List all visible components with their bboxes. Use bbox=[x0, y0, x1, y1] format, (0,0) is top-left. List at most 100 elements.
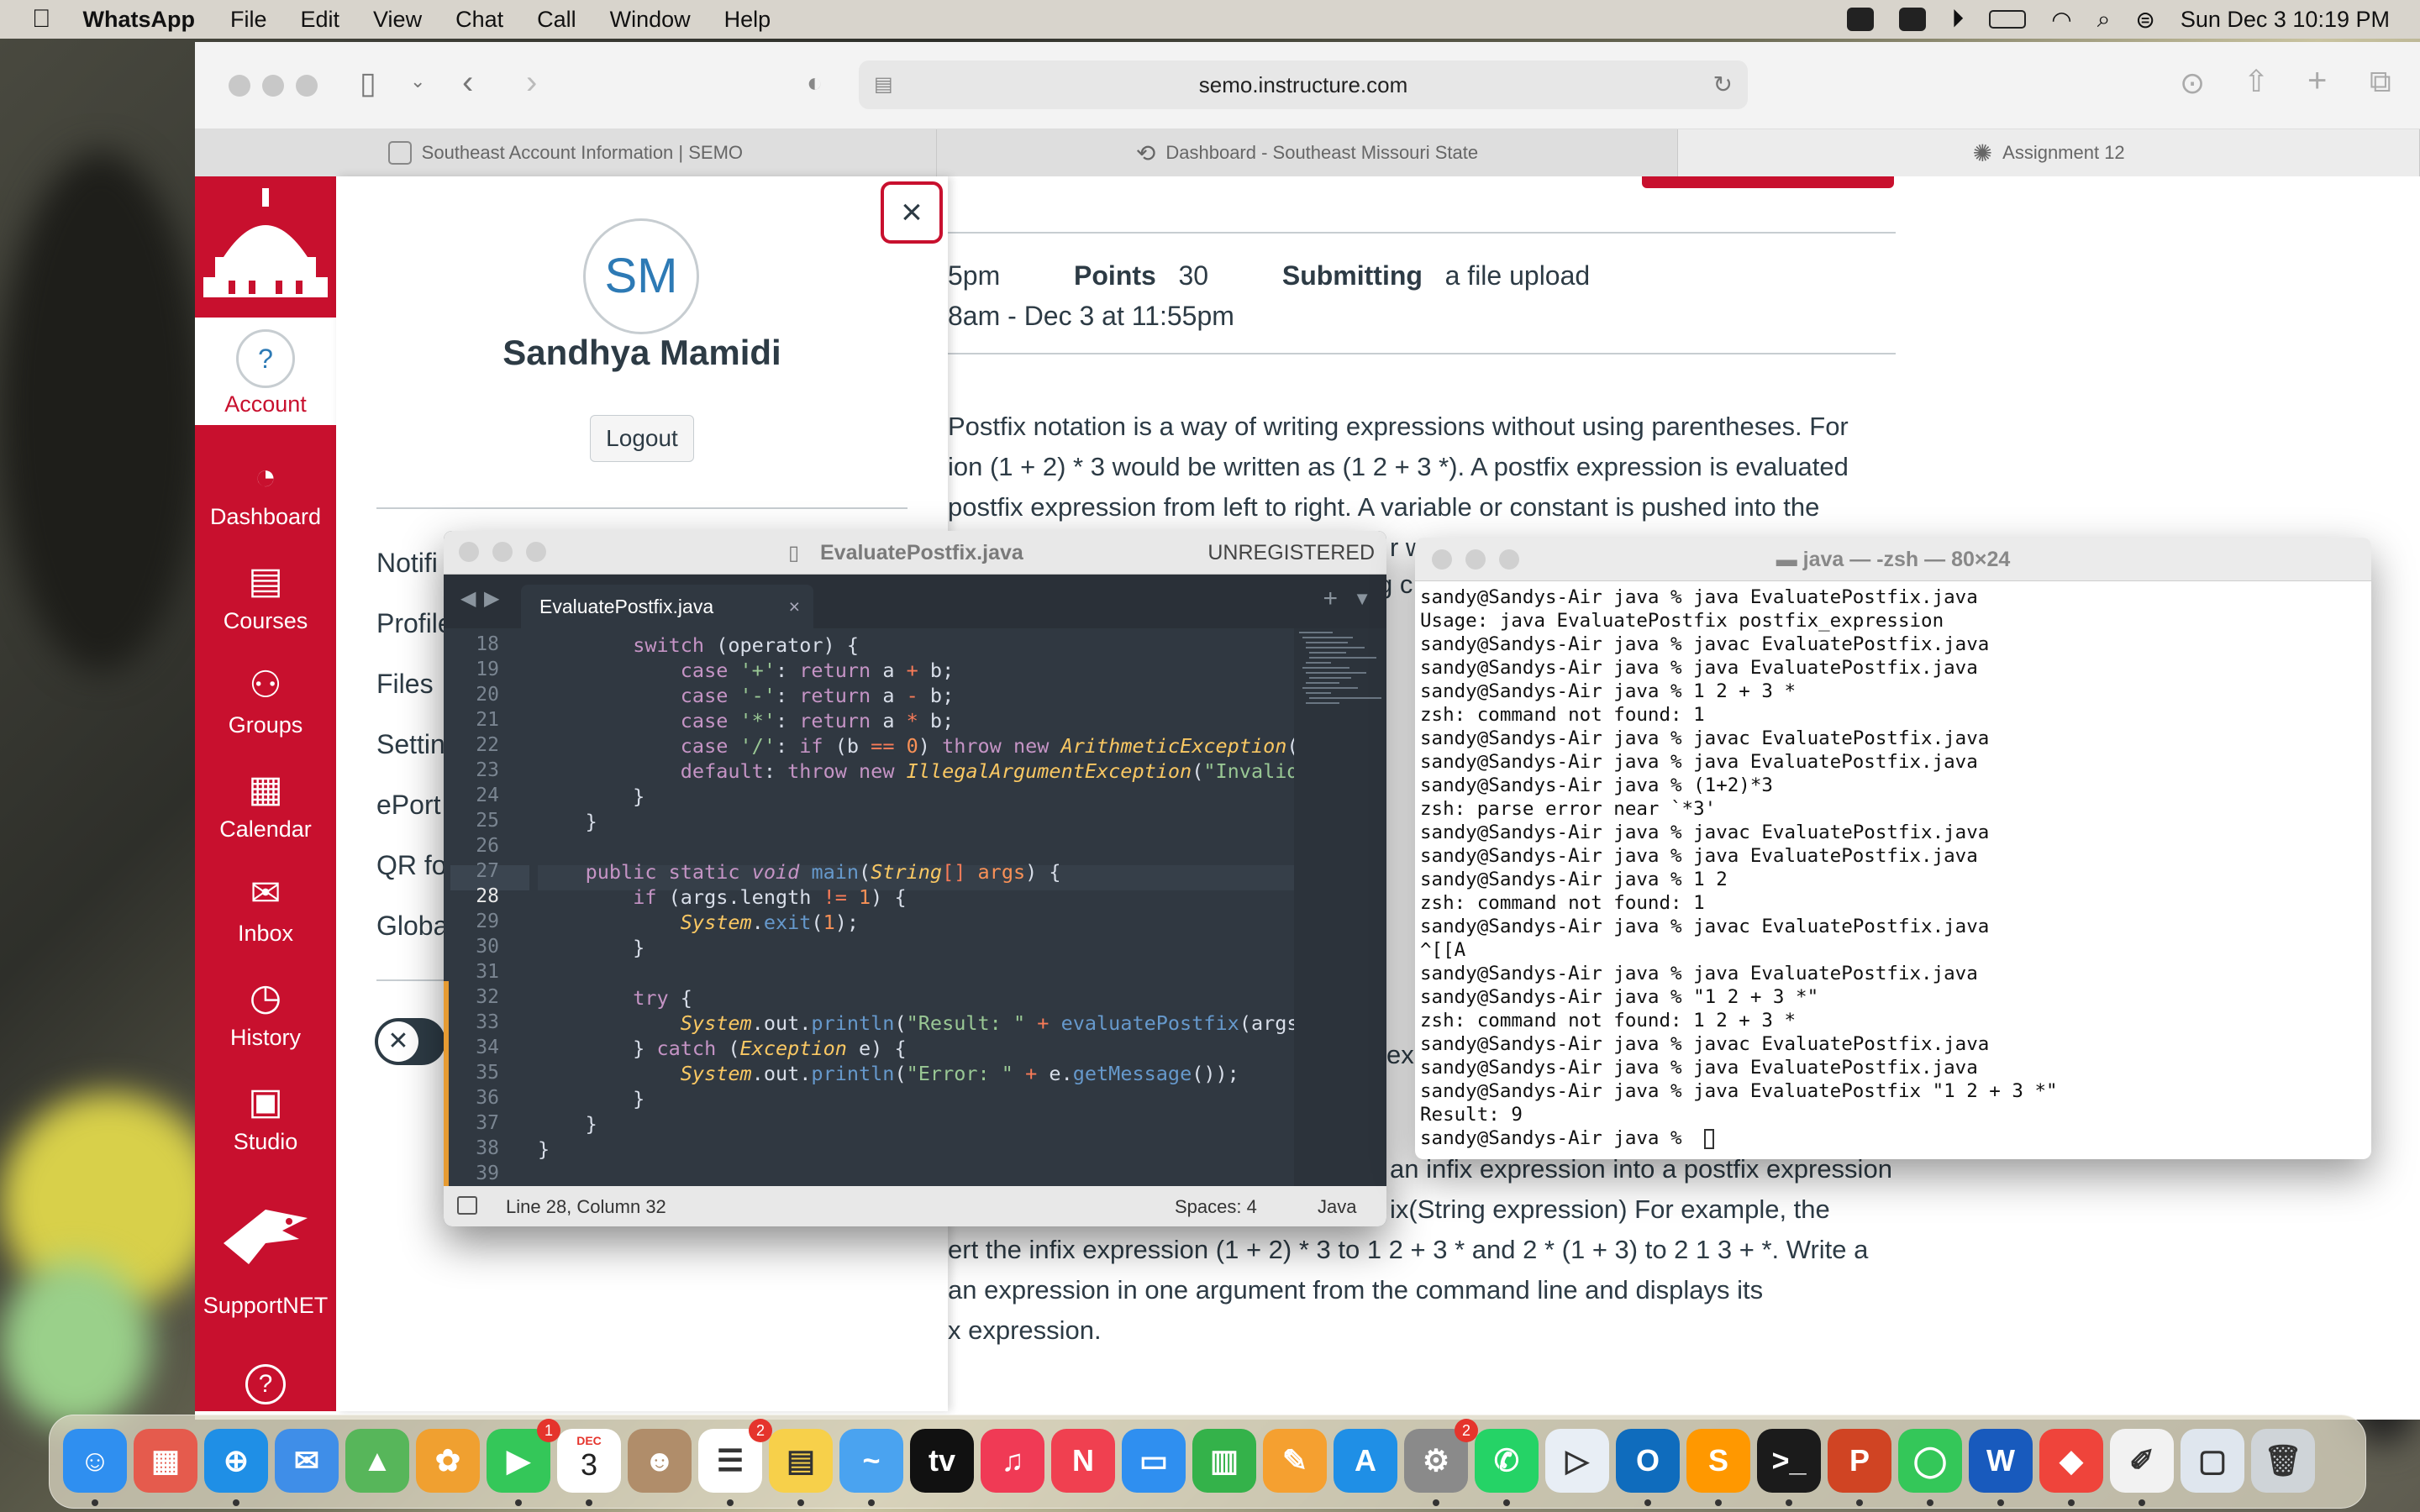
tab-account-info[interactable]: Southeast Account Information | SEMO bbox=[195, 129, 937, 176]
link-profile[interactable]: Profile bbox=[376, 608, 453, 639]
dock-launchpad-icon[interactable]: ▦ bbox=[134, 1429, 197, 1493]
syntax-setting[interactable]: Java bbox=[1318, 1196, 1356, 1218]
dock-python-folder-icon[interactable]: ▢ bbox=[2181, 1429, 2244, 1493]
dock-keynote-icon[interactable]: ▭ bbox=[1122, 1429, 1186, 1493]
menu-window[interactable]: Window bbox=[610, 7, 691, 33]
zoom-window-button[interactable] bbox=[526, 542, 546, 562]
forward-icon[interactable]: › bbox=[526, 64, 537, 102]
zoom-window-button[interactable] bbox=[1499, 549, 1519, 570]
link-files[interactable]: Files bbox=[376, 669, 434, 700]
minimap[interactable] bbox=[1294, 628, 1386, 1186]
terminal-output[interactable]: sandy@Sandys-Air java % java EvaluatePos… bbox=[1420, 586, 2353, 1154]
new-tab-icon[interactable]: + bbox=[1323, 585, 1338, 613]
dock-powerpoint-icon[interactable]: P bbox=[1828, 1429, 1891, 1493]
dock-terminal-icon[interactable]: >_ bbox=[1757, 1429, 1821, 1493]
minimize-window-button[interactable] bbox=[1465, 549, 1486, 570]
outlook-status-icon[interactable] bbox=[1847, 8, 1875, 31]
nav-dashboard[interactable]: ◔ Dashboard bbox=[195, 454, 336, 530]
tab-overview-icon[interactable]: ⧉ bbox=[2370, 64, 2391, 100]
minimize-window-button[interactable] bbox=[492, 542, 513, 562]
menu-clock[interactable]: Sun Dec 3 10:19 PM bbox=[2181, 7, 2390, 33]
panel-toggle-icon[interactable] bbox=[457, 1196, 477, 1215]
dock-finder-icon[interactable]: ☺ bbox=[63, 1429, 127, 1493]
dock-freeform-icon[interactable]: ~ bbox=[839, 1429, 903, 1493]
dock-sublime-text-icon[interactable]: S bbox=[1686, 1429, 1750, 1493]
menu-app-name[interactable]: WhatsApp bbox=[83, 7, 195, 33]
nav-help[interactable]: ? bbox=[195, 1364, 336, 1404]
dock-whatsapp-icon[interactable]: ✆ bbox=[1475, 1429, 1539, 1493]
dock-safari-icon[interactable]: ⊕ bbox=[204, 1429, 268, 1493]
close-tray-button[interactable]: × bbox=[881, 181, 943, 244]
wifi-icon[interactable]: ◠ bbox=[2051, 6, 2071, 34]
chevron-down-icon[interactable]: ⌄ bbox=[410, 71, 425, 92]
link-eportfolios[interactable]: ePort bbox=[376, 790, 440, 821]
close-window-button[interactable] bbox=[229, 75, 250, 97]
high-contrast-toggle[interactable]: ✕ bbox=[375, 1018, 445, 1065]
link-qr-login[interactable]: QR fo bbox=[376, 850, 447, 881]
menu-view[interactable]: View bbox=[373, 7, 422, 33]
dock-app-store-icon[interactable]: A bbox=[1334, 1429, 1397, 1493]
dock-anydesk-icon[interactable]: ◆ bbox=[2039, 1429, 2103, 1493]
dock-apple-tv-icon[interactable]: tv bbox=[910, 1429, 974, 1493]
dock-quicktime-icon[interactable]: ▷ bbox=[1545, 1429, 1609, 1493]
code-editor[interactable]: switch (operator) { case '+': return a +… bbox=[538, 628, 1311, 1186]
control-center-icon[interactable]: ⊜ bbox=[2135, 6, 2154, 34]
nav-inbox[interactable]: ✉ Inbox bbox=[195, 870, 336, 947]
menu-call[interactable]: Call bbox=[537, 7, 576, 33]
semo-logo[interactable] bbox=[195, 176, 336, 318]
dock-maps-icon[interactable]: ▲ bbox=[345, 1429, 409, 1493]
menu-chat[interactable]: Chat bbox=[455, 7, 503, 33]
dock-trash-icon[interactable]: 🗑 bbox=[2251, 1429, 2315, 1493]
menu-file[interactable]: File bbox=[230, 7, 267, 33]
nav-supportnet[interactable]: SupportNET bbox=[195, 1193, 336, 1319]
dock-music-icon[interactable]: ♫ bbox=[981, 1429, 1044, 1493]
apple-icon[interactable]:  bbox=[32, 5, 51, 34]
link-settings[interactable]: Settin bbox=[376, 729, 445, 760]
nav-courses[interactable]: ▤ Courses bbox=[195, 558, 336, 634]
menu-help[interactable]: Help bbox=[724, 7, 771, 33]
downloads-icon[interactable]: ⊙ bbox=[2180, 66, 2205, 101]
nav-history[interactable]: ◷ History bbox=[195, 974, 336, 1051]
nav-account[interactable]: ? Account bbox=[195, 318, 336, 425]
dock-news-icon[interactable]: N bbox=[1051, 1429, 1115, 1493]
tab-forward-icon[interactable]: ▶ bbox=[484, 586, 499, 611]
tab-back-icon[interactable]: ◀ bbox=[460, 586, 476, 611]
reload-icon[interactable]: ↻ bbox=[1713, 60, 1733, 109]
dock-pages-icon[interactable]: ✎ bbox=[1263, 1429, 1327, 1493]
link-notifications[interactable]: Notifi bbox=[376, 548, 438, 579]
media-play-icon[interactable]: ⏵ bbox=[1951, 5, 1964, 34]
dock-notes-icon[interactable]: ▤ bbox=[769, 1429, 833, 1493]
dock-contacts-icon[interactable]: ☻ bbox=[628, 1429, 692, 1493]
tab-assignment[interactable]: ✺ Assignment 12 bbox=[1678, 129, 2420, 176]
privacy-shield-icon[interactable]: ◐ bbox=[807, 67, 823, 98]
back-icon[interactable]: ‹ bbox=[462, 64, 473, 102]
dock-textedit-icon[interactable]: ✐ bbox=[2110, 1429, 2174, 1493]
spotlight-search-icon[interactable]: ⌕ bbox=[2097, 6, 2111, 34]
zoom-window-button[interactable] bbox=[296, 75, 318, 97]
address-bar[interactable]: ▤ semo.instructure.com ↻ bbox=[859, 60, 1748, 109]
tab-list-icon[interactable]: ▼ bbox=[1353, 588, 1371, 610]
sidebar-toggle-icon[interactable]: ▯ bbox=[360, 66, 376, 101]
nav-groups[interactable]: ⚇ Groups bbox=[195, 662, 336, 738]
link-global-announcements[interactable]: Globa bbox=[376, 911, 448, 942]
minimize-window-button[interactable] bbox=[262, 75, 284, 97]
menu-edit[interactable]: Edit bbox=[301, 7, 340, 33]
editor-tab[interactable]: EvaluatePostfix.java × bbox=[521, 585, 813, 628]
indentation-setting[interactable]: Spaces: 4 bbox=[1175, 1196, 1257, 1218]
dock-calendar-icon[interactable]: DEC 3 bbox=[557, 1429, 621, 1493]
dock-word-icon[interactable]: W bbox=[1969, 1429, 2033, 1493]
close-window-button[interactable] bbox=[1432, 549, 1452, 570]
battery-icon[interactable] bbox=[1989, 10, 2027, 29]
dock-photos-icon[interactable]: ✿ bbox=[416, 1429, 480, 1493]
close-window-button[interactable] bbox=[459, 542, 479, 562]
new-tab-icon[interactable]: + bbox=[2307, 62, 2327, 100]
dock-mail-icon[interactable]: ✉ bbox=[275, 1429, 339, 1493]
dock-messages-icon[interactable]: ◯ bbox=[1898, 1429, 1962, 1493]
dock-outlook-icon[interactable]: O bbox=[1616, 1429, 1680, 1493]
tab-dashboard[interactable]: ⟲ Dashboard - Southeast Missouri State bbox=[937, 129, 1679, 176]
close-tab-icon[interactable]: × bbox=[789, 585, 800, 628]
avatar[interactable]: SM bbox=[583, 218, 699, 334]
nav-calendar[interactable]: ▦ Calendar bbox=[195, 766, 336, 843]
logout-button[interactable]: Logout bbox=[590, 415, 694, 462]
play-icon[interactable] bbox=[1899, 8, 1927, 31]
